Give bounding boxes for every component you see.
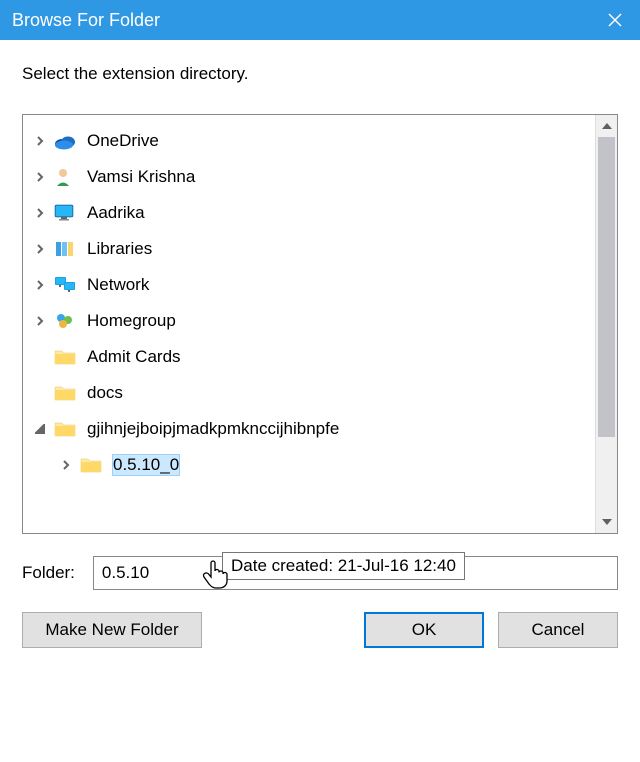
- tree-item[interactable]: Libraries: [27, 231, 591, 267]
- tree-item-label: OneDrive: [87, 131, 159, 151]
- tree-item[interactable]: Vamsi Krishna: [27, 159, 591, 195]
- tree-item-label: 0.5.10_0: [113, 455, 179, 475]
- expander-icon[interactable]: [31, 276, 49, 294]
- onedrive-icon: [51, 128, 79, 154]
- scroll-thumb[interactable]: [598, 137, 615, 437]
- expander-icon[interactable]: [31, 168, 49, 186]
- tree-item[interactable]: Aadrika: [27, 195, 591, 231]
- tree-item[interactable]: Network: [27, 267, 591, 303]
- expander-icon[interactable]: [31, 240, 49, 258]
- tree-item-label: Network: [87, 275, 149, 295]
- vertical-scrollbar[interactable]: [595, 115, 617, 533]
- make-new-folder-button[interactable]: Make New Folder: [22, 612, 202, 648]
- window-title: Browse For Folder: [12, 10, 160, 31]
- tree-item[interactable]: Admit Cards: [27, 339, 591, 375]
- folder-tree-container: OneDrive Vamsi Krishna Aadrika Libraries…: [22, 114, 618, 534]
- tree-item[interactable]: 0.5.10_0: [27, 447, 591, 483]
- tree-item-label: Homegroup: [87, 311, 176, 331]
- button-row: Make New Folder OK Cancel: [22, 612, 618, 648]
- tree-item-label: gjihnjejboipjmadkpmknccijhibnpfe: [87, 419, 339, 439]
- close-icon: [607, 12, 623, 28]
- scroll-down-arrow[interactable]: [596, 511, 617, 533]
- expander-icon[interactable]: [31, 132, 49, 150]
- tree-item[interactable]: OneDrive: [27, 123, 591, 159]
- monitor-icon: [51, 200, 79, 226]
- expander-icon[interactable]: [57, 456, 75, 474]
- expander-icon[interactable]: [31, 420, 49, 438]
- tree-item-label: Libraries: [87, 239, 152, 259]
- folder-icon: [51, 380, 79, 406]
- folder-icon: [51, 416, 79, 442]
- folder-row: Folder: Date created: 21-Jul-16 12:40: [22, 556, 618, 590]
- titlebar: Browse For Folder: [0, 0, 640, 40]
- folder-tree[interactable]: OneDrive Vamsi Krishna Aadrika Libraries…: [23, 115, 595, 491]
- expander-icon[interactable]: [31, 204, 49, 222]
- user-icon: [51, 164, 79, 190]
- folder-icon: [51, 344, 79, 370]
- instruction-text: Select the extension directory.: [22, 64, 618, 84]
- network-icon: [51, 272, 79, 298]
- scroll-up-arrow[interactable]: [596, 115, 617, 137]
- tree-item-label: Admit Cards: [87, 347, 181, 367]
- tree-item[interactable]: gjihnjejboipjmadkpmknccijhibnpfe: [27, 411, 591, 447]
- tree-item[interactable]: docs: [27, 375, 591, 411]
- folder-label: Folder:: [22, 563, 75, 583]
- cancel-button[interactable]: Cancel: [498, 612, 618, 648]
- folder-icon: [77, 452, 105, 478]
- tree-item-label: docs: [87, 383, 123, 403]
- expander-icon[interactable]: [31, 312, 49, 330]
- close-button[interactable]: [590, 0, 640, 40]
- libraries-icon: [51, 236, 79, 262]
- tooltip: Date created: 21-Jul-16 12:40: [222, 552, 465, 580]
- tree-item[interactable]: Homegroup: [27, 303, 591, 339]
- tree-item-label: Vamsi Krishna: [87, 167, 195, 187]
- ok-button[interactable]: OK: [364, 612, 484, 648]
- tree-item-label: Aadrika: [87, 203, 145, 223]
- homegroup-icon: [51, 308, 79, 334]
